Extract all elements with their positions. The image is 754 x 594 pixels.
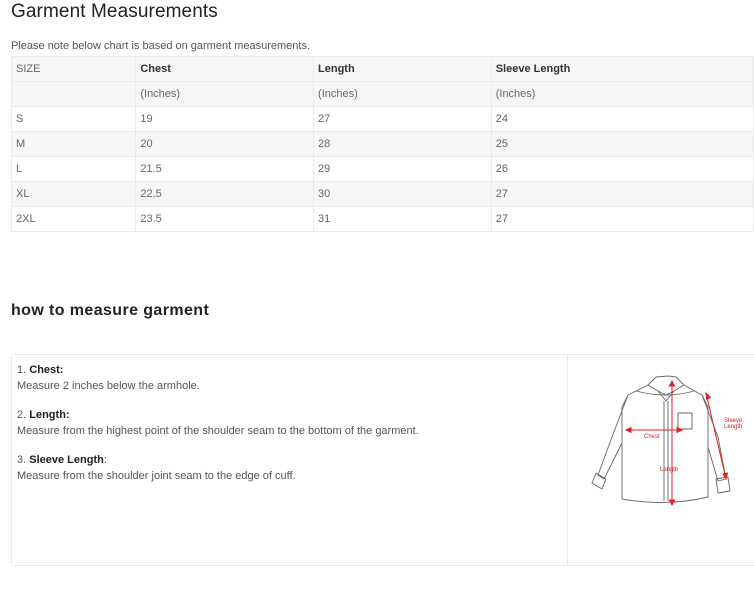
chest-cell: 21.5 [135,156,315,182]
instruction-number: 3. [17,454,27,466]
instruction-number: 2. [17,409,27,421]
size-cell: XL [10,181,137,207]
length-cell: 27 [313,106,492,132]
unit-cell: (Inches) [135,81,315,107]
table-row: M 20 28 25 [10,131,754,157]
instruction-number: 1. [17,364,27,376]
instruction-label: Length: [29,409,70,421]
chest-cell: 20 [135,131,315,157]
length-cell: 28 [313,131,492,157]
table-units-row: (Inches) (Inches) (Inches) [10,81,754,107]
header-chest: Chest [135,56,315,82]
unit-cell: (Inches) [313,81,492,107]
size-cell: S [10,106,137,132]
chest-diagram-label: Chest [644,434,660,440]
sleeve-cell: 27 [490,206,754,232]
instruction-desc: Measure from the highest point of the sh… [17,425,419,437]
unit-cell: (Inches) [490,81,754,107]
instruction-sleeve-length: 3. Sleeve Length: Measure from the shoul… [17,452,567,484]
table-row: S 19 27 24 [10,106,754,132]
length-cell: 30 [313,181,492,207]
measurement-instructions: 1. Chest: Measure 2 inches below the arm… [12,355,568,565]
size-cell: L [10,156,137,182]
page-title: Garment Measurements [11,1,218,22]
header-length: Length [313,56,492,82]
measurement-guide: 1. Chest: Measure 2 inches below the arm… [11,354,754,566]
sleeve-cell: 24 [490,106,754,132]
size-cell: M [10,131,137,157]
size-cell: 2XL [10,206,137,232]
table-header-row: SIZE Chest Length Sleeve Length [10,56,754,82]
instruction-label: Sleeve Length [29,454,104,466]
sleeve-cell: 27 [490,181,754,207]
sleeve-diagram-label-2: Length [724,424,742,430]
instruction-desc: Measure from the shoulder joint seam to … [17,470,296,482]
instruction-label: Chest: [29,364,64,376]
instruction-length: 2. Length: Measure from the highest poin… [17,407,567,439]
shirt-measurement-diagram-icon: Chest Length Sleeve Length [591,375,743,507]
length-cell: 31 [313,206,492,232]
sleeve-cell: 26 [490,156,754,182]
chart-note: Please note below chart is based on garm… [11,40,310,52]
instruction-chest: 1. Chest: Measure 2 inches below the arm… [17,362,567,394]
header-sleeve-length: Sleeve Length [490,56,754,82]
length-cell: 29 [313,156,492,182]
chest-cell: 23.5 [135,206,315,232]
chest-cell: 22.5 [135,181,315,207]
chest-cell: 19 [135,106,315,132]
size-chart-table: SIZE Chest Length Sleeve Length (Inches)… [10,56,754,232]
unit-cell [10,81,137,107]
length-diagram-label: Length [660,467,678,473]
sleeve-cell: 25 [490,131,754,157]
table-row: L 21.5 29 26 [10,156,754,182]
how-to-measure-heading: how to measure garment [11,302,210,319]
table-row: 2XL 23.5 31 27 [10,206,754,232]
table-row: XL 22.5 30 27 [10,181,754,207]
header-size: SIZE [10,56,137,82]
instruction-desc: Measure 2 inches below the armhole. [17,380,200,392]
instruction-separator: : [103,454,107,466]
